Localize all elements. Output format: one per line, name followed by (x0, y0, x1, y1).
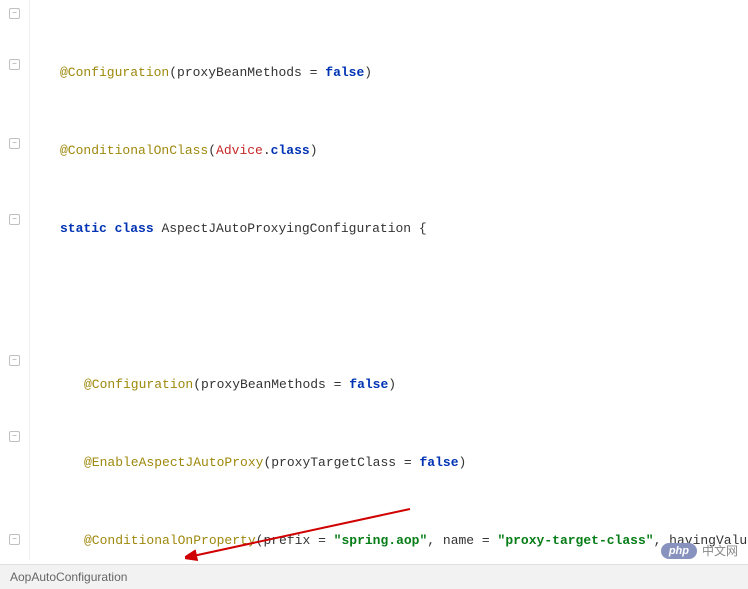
code-area[interactable]: @Configuration(proxyBeanMethods = false)… (30, 0, 748, 560)
code-line: @Configuration(proxyBeanMethods = false) (60, 60, 748, 86)
fold-icon[interactable]: − (9, 431, 20, 442)
code-line (60, 294, 748, 320)
fold-icon[interactable]: − (9, 138, 20, 149)
fold-icon[interactable]: − (9, 534, 20, 545)
php-badge-icon: php (661, 543, 697, 559)
code-editor[interactable]: − − − − − − − @Configuration(proxyBeanMe… (0, 0, 748, 560)
gutter: − − − − − − − (0, 0, 30, 560)
breadcrumb-item[interactable]: AopAutoConfiguration (10, 570, 127, 584)
breadcrumb[interactable]: AopAutoConfiguration (0, 564, 748, 589)
code-line: @Configuration(proxyBeanMethods = false) (60, 372, 748, 398)
code-line: @ConditionalOnClass(Advice.class) (60, 138, 748, 164)
code-line: static class AspectJAutoProxyingConfigur… (60, 216, 748, 242)
fold-icon[interactable]: − (9, 59, 20, 70)
fold-icon[interactable]: − (9, 355, 20, 366)
fold-icon[interactable]: − (9, 8, 20, 19)
code-line: @EnableAspectJAutoProxy(proxyTargetClass… (60, 450, 748, 476)
watermark-text: 中文网 (702, 542, 738, 559)
code-line: @ConditionalOnProperty(prefix = "spring.… (60, 528, 748, 554)
watermark: php 中文网 (661, 542, 738, 559)
fold-icon[interactable]: − (9, 214, 20, 225)
